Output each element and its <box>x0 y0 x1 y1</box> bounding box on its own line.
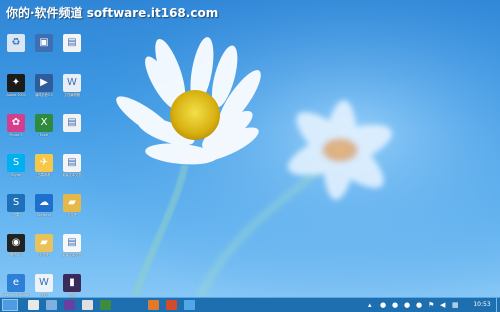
desktop-icon-label: 新建文本文档 <box>62 173 82 177</box>
desktop-icon-label: 文件夹 <box>39 253 49 257</box>
desktop-icon[interactable]: ▤ <box>57 114 87 133</box>
thunder-icon: S <box>7 194 25 212</box>
desktop-icon[interactable]: S Skype <box>1 154 31 177</box>
cloud-icon: ☁ <box>35 194 53 212</box>
qq-icon: ◉ <box>7 234 25 252</box>
show-desktop-button[interactable] <box>496 298 500 312</box>
desktop-icon-label: Adobe 2000 <box>6 93 26 97</box>
desktop-icon-label: 迅雷 <box>12 213 20 217</box>
desktop-icon-label: SkyDrive <box>36 213 52 217</box>
text-file-icon: ▤ <box>63 114 81 132</box>
desktop-icon-label: Excel <box>39 133 49 137</box>
desktop-icon[interactable]: S 迅雷 <box>1 194 31 217</box>
picasa-icon: ✿ <box>7 114 25 132</box>
desktop-icon[interactable]: ▶ 暴风影音5.0 <box>29 74 59 97</box>
desktop-icon[interactable]: ▣ <box>29 34 59 53</box>
desktop-icon[interactable]: ✿ Picasa 3 <box>1 114 31 137</box>
desktop-icon[interactable]: ✈ 迅雷看看 <box>29 154 59 177</box>
desktop-icon-label: 文档编辑器 <box>64 93 80 97</box>
desktop-icon[interactable]: ▰ 文件夹 <box>57 194 87 217</box>
folder-icon: ▰ <box>35 234 53 252</box>
media-player-icon: ▶ <box>35 74 53 92</box>
excel-icon: X <box>35 114 53 132</box>
desktop-icon[interactable]: e Internet Explorer <box>1 274 31 297</box>
tray-flag-icon[interactable]: ⚑ <box>428 300 434 310</box>
folder-icon: ▰ <box>63 194 81 212</box>
word-icon: W <box>63 74 81 92</box>
desktop-icon[interactable]: ▤ 新建文本文档 <box>57 154 87 177</box>
app-icon: ▣ <box>35 34 53 52</box>
taskbar: ▴ ● ● ● ● ⚑ ◀ ▦ 10:53 <box>0 297 500 312</box>
taskbar-app-8[interactable] <box>184 300 195 310</box>
taskbar-app-4[interactable] <box>82 300 93 310</box>
desktop-icon[interactable]: ▰ 文件夹 <box>29 234 59 257</box>
text-file-icon: ▤ <box>63 234 81 252</box>
taskbar-app-6[interactable] <box>148 300 159 310</box>
word-icon: W <box>35 274 53 292</box>
desktop-icon-label: 新建文本文档 <box>62 253 82 257</box>
tray-volume-icon[interactable]: ◀ <box>440 300 445 310</box>
desktop-icon[interactable]: ▤ 新建文本文档 <box>57 234 87 257</box>
desktop-icon-label: 文件夹 <box>67 213 77 217</box>
start-button[interactable] <box>2 299 18 311</box>
desktop-icon[interactable]: W 文档编辑器 <box>57 74 87 97</box>
tray-app-icon[interactable]: ● <box>392 300 398 310</box>
taskbar-app-7[interactable] <box>166 300 177 310</box>
desktop-icon[interactable]: X Excel <box>29 114 59 137</box>
desktop-icon[interactable]: ◉ 腾讯QQ <box>1 234 31 257</box>
taskbar-clock[interactable]: 10:53 <box>470 299 494 311</box>
taskbar-app-5[interactable] <box>100 300 111 310</box>
tray-arrow-icon[interactable]: ▴ <box>368 300 372 310</box>
taskbar-app-1[interactable] <box>28 300 39 310</box>
bird-icon: ✈ <box>35 154 53 172</box>
desktop-icon[interactable]: ♻ <box>1 34 31 53</box>
desktop-screen: 你的·软件频道 software.it168.com ♻ ▣ ▤ ✦ Adobe 200… <box>0 0 500 312</box>
desktop-icon[interactable]: ▤ <box>57 34 87 53</box>
desktop-icon[interactable]: ✦ Adobe 2000 <box>1 74 31 97</box>
desktop-icon-label: 暴风影音5.0 <box>35 93 53 97</box>
video-icon: ▮ <box>63 274 81 292</box>
tray-keyboard-icon[interactable]: ▦ <box>452 300 459 310</box>
desktop-icon[interactable]: ▮ 视频 <box>57 274 87 297</box>
document-icon: ▤ <box>63 34 81 52</box>
document-icon: ▤ <box>63 154 81 172</box>
taskbar-app-3[interactable] <box>64 300 75 310</box>
skype-icon: S <box>7 154 25 172</box>
recycle-bin-icon: ♻ <box>7 34 25 52</box>
tray-app-icon[interactable]: ● <box>416 300 422 310</box>
site-watermark: 你的·软件频道 software.it168.com <box>6 6 219 20</box>
ie-icon: e <box>7 274 25 292</box>
desktop-icon-label: 腾讯QQ <box>10 253 22 257</box>
desktop-icon[interactable]: ☁ SkyDrive <box>29 194 59 217</box>
tray-network-icon[interactable]: ● <box>380 300 386 310</box>
desktop-icon-label: Skype <box>11 173 21 177</box>
taskbar-app-2[interactable] <box>46 300 57 310</box>
fox-icon: ✦ <box>7 74 25 92</box>
desktop-icon-label: Picasa 3 <box>9 133 23 137</box>
desktop-icon[interactable]: W 文档 <box>29 274 59 297</box>
desktop-icon-label: 迅雷看看 <box>37 173 51 177</box>
tray-app-icon[interactable]: ● <box>404 300 410 310</box>
